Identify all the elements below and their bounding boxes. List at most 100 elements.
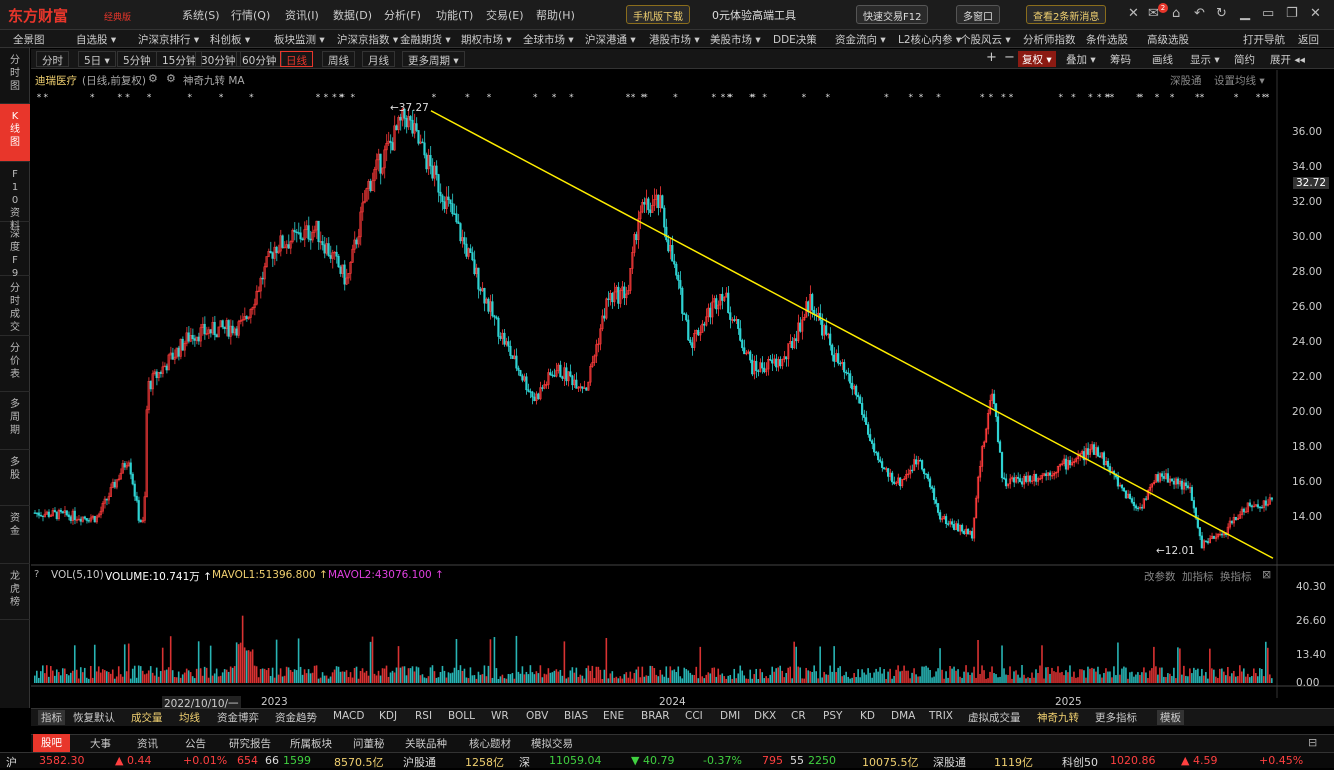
menu-item-2[interactable]: 资讯(I) [285,7,319,23]
nav-item-17[interactable]: 条件选股 [1086,32,1128,47]
nav-item-10[interactable]: 港股市场 ▾ [649,32,700,47]
indicator-tab-25[interactable]: 更多指标 [1095,710,1137,725]
indicator-tab-3[interactable]: 均线 [179,710,200,725]
kline-chart[interactable]: * * *** * ** * ** ** * ** * ** ** ** * * ** * ** ** * *** * ***… [31,70,1334,698]
sidebar-tab-6[interactable]: 多周期 [0,392,30,450]
add-indicator-button[interactable]: 加指标 [1182,569,1214,584]
period-9[interactable]: 更多周期 ▾ [402,51,465,67]
indicator-tab-26[interactable]: 模板 [1157,710,1184,725]
period-5[interactable]: 60分钟 [236,51,283,67]
nav-item-19[interactable]: 打开导航 [1243,32,1285,47]
nav-item-20[interactable]: 返回 [1298,32,1319,47]
maximize-icon[interactable]: ❐ [1286,6,1298,21]
nav-item-16[interactable]: 分析师指数 [1023,32,1076,47]
indicator-tab-22[interactable]: TRIX [929,710,953,722]
indicator-tab-19[interactable]: PSY [823,710,842,722]
sidebar-tab-1[interactable]: K线图 [0,104,30,162]
indicator-tab-18[interactable]: CR [791,710,806,722]
period-4[interactable]: 30分钟 [195,51,242,67]
menu-item-3[interactable]: 数据(D) [333,7,372,23]
bottom-tab-5[interactable]: 所属板块 [290,736,332,751]
nav-item-11[interactable]: 美股市场 ▾ [710,32,761,47]
indicator-tab-6[interactable]: MACD [333,710,364,722]
nav-item-13[interactable]: 资金流向 ▾ [835,32,886,47]
bottom-tab-7[interactable]: 关联品种 [405,736,447,751]
fuquan-dropdown[interactable]: 复权 ▾ [1018,51,1056,67]
period-2[interactable]: 5分钟 [117,51,157,67]
nav-item-6[interactable]: 金融期货 ▾ [400,32,451,47]
vol-collapse-icon[interactable]: ? [34,569,39,580]
nav-item-9[interactable]: 沪深港通 ▾ [585,32,636,47]
indicator-tab-7[interactable]: KDJ [379,710,397,722]
nav-item-2[interactable]: 沪深京排行 ▾ [138,32,199,47]
nav-item-14[interactable]: L2核心内参 ▾ [898,32,961,47]
bottom-tab-3[interactable]: 公告 [185,736,206,751]
home-icon[interactable]: ⌂ [1172,6,1180,21]
period-6[interactable]: 日线 [280,51,313,67]
indicator-tab-17[interactable]: DKX [754,710,776,722]
indicator-tab-16[interactable]: DMI [720,710,740,722]
indicator-tab-10[interactable]: WR [491,710,509,722]
indicator-tab-4[interactable]: 资金博弈 [217,710,259,725]
multi-window-button[interactable]: 多窗口 [956,5,1000,24]
bottom-tab-6[interactable]: 问董秘 [353,736,385,751]
indicator-tab-1[interactable]: 恢复默认 [73,710,115,725]
chips-button[interactable]: 筹码 [1106,51,1135,67]
nav-item-7[interactable]: 期权市场 ▾ [461,32,512,47]
set-ma-button[interactable]: 设置均线 ▾ [1214,73,1265,88]
indicator-tab-9[interactable]: BOLL [448,710,475,722]
switch-indicator-button[interactable]: 换指标 [1220,569,1252,584]
indicator-tab-5[interactable]: 资金趋势 [275,710,317,725]
back-icon[interactable]: ↶ [1194,6,1205,21]
news-button[interactable]: 查看2条新消息 [1026,5,1107,24]
menu-item-7[interactable]: 帮助(H) [536,7,575,23]
bottom-tab-2[interactable]: 资讯 [137,736,158,751]
sidebar-tab-9[interactable]: 龙虎榜 [0,564,30,620]
gear-icon[interactable]: ⚙ [166,72,176,85]
sidebar-tab-3[interactable]: 深度F9 [0,222,30,279]
expand-button[interactable]: 展开 ◂◂ [1266,51,1309,67]
bottom-tab-0[interactable]: 股吧 [33,734,70,752]
indicator-tab-0[interactable]: 指标 [38,710,65,725]
sidebar-tab-0[interactable]: 分时图 [0,48,30,104]
period-7[interactable]: 周线 [322,51,355,67]
mobile-download-button[interactable]: 手机版下载 [626,5,690,24]
overlay-dropdown[interactable]: 叠加 ▾ [1062,51,1100,67]
menu-item-0[interactable]: 系统(S) [182,7,220,23]
quick-trade-button[interactable]: 快速交易F12 [856,5,929,24]
minimize-icon[interactable]: ▁ [1240,6,1250,21]
indicator-tab-15[interactable]: CCI [685,710,703,722]
bottom-tab-8[interactable]: 核心题材 [469,736,511,751]
draw-line-button[interactable]: 画线 [1148,51,1177,67]
indicator-tab-8[interactable]: RSI [415,710,432,722]
zoom-out-button[interactable]: − [1000,49,1019,65]
display-dropdown[interactable]: 显示 ▾ [1186,51,1224,67]
menu-item-6[interactable]: 交易(E) [486,7,524,23]
menu-item-1[interactable]: 行情(Q) [231,7,270,23]
close-news-icon[interactable]: ✕ [1128,6,1139,21]
promo-link[interactable]: 0元体验高端工具 [712,7,796,23]
nav-item-12[interactable]: DDE决策 [773,32,817,47]
indicator-tab-20[interactable]: KD [860,710,875,722]
indicator-tab-24[interactable]: 神奇九转 [1037,710,1079,725]
close-vol-icon[interactable]: ⊠ [1262,568,1271,581]
bottom-tab-1[interactable]: 大事 [90,736,111,751]
sidebar-tab-7[interactable]: 多股 [0,450,30,506]
indicator-tab-2[interactable]: 成交量 [131,710,163,725]
sidebar-tab-4[interactable]: 分时成交 [0,276,30,336]
period-1[interactable]: 5日 ▾ [78,51,116,67]
nav-item-1[interactable]: 自选股 ▾ [76,32,116,47]
indicator-tab-12[interactable]: BIAS [564,710,588,722]
nav-item-8[interactable]: 全球市场 ▾ [523,32,574,47]
sidebar-tab-8[interactable]: 资金 [0,506,30,564]
sidebar-tab-2[interactable]: F10资料 [0,162,30,232]
period-8[interactable]: 月线 [362,51,395,67]
nav-item-15[interactable]: 个股风云 ▾ [960,32,1011,47]
bottom-tab-4[interactable]: 研究报告 [229,736,271,751]
menu-item-4[interactable]: 分析(F) [384,7,421,23]
change-params-button[interactable]: 改参数 [1144,569,1176,584]
indicator-tab-21[interactable]: DMA [891,710,915,722]
panel-toggle-icon[interactable]: ⊟ [1308,736,1317,749]
bottom-tab-9[interactable]: 模拟交易 [531,736,573,751]
nav-item-5[interactable]: 沪深京指数 ▾ [337,32,398,47]
